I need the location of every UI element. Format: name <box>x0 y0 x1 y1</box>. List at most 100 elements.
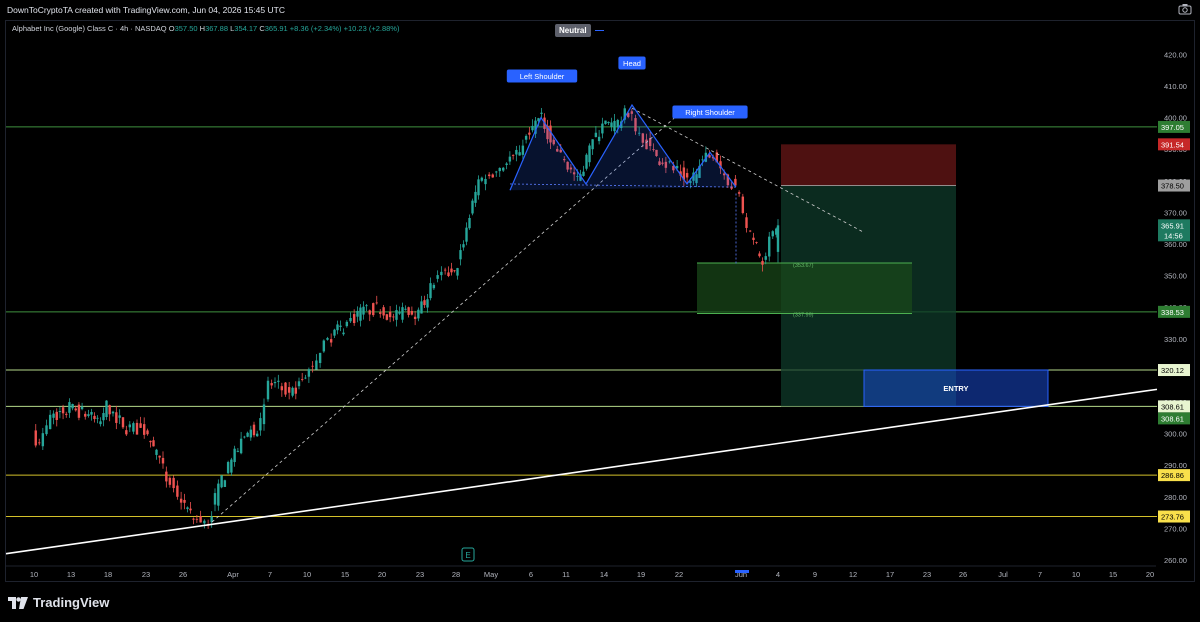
candle-body <box>413 316 417 320</box>
y-axis-tick: 290.00 <box>1164 461 1187 470</box>
candle-body <box>531 125 534 131</box>
candle-body <box>385 314 389 320</box>
x-axis-tick: 10 <box>30 570 38 579</box>
candle-body <box>597 136 601 142</box>
candle-body <box>77 404 81 418</box>
candle-body <box>487 174 491 177</box>
candle-body <box>508 156 512 162</box>
candle-body <box>515 149 518 155</box>
candle-body <box>359 307 362 321</box>
footer <box>0 584 1200 622</box>
candle-body <box>685 173 689 178</box>
candle-body <box>352 314 356 324</box>
candle-body <box>186 507 189 509</box>
x-axis-tick: 18 <box>104 570 112 579</box>
price-chart[interactable]: ENTRY (353.67) (337.99) Left Shoulder Head Ri… <box>0 0 1200 584</box>
candle-body <box>280 386 284 391</box>
candle-body <box>336 324 339 331</box>
candle-body <box>301 379 304 380</box>
candle-body <box>287 387 291 393</box>
candle-body <box>128 424 131 428</box>
candle-body <box>761 260 764 265</box>
candle-body <box>345 321 349 327</box>
y-axis-tick: 360.00 <box>1164 240 1187 249</box>
x-axis-tick: 15 <box>1109 570 1117 579</box>
candle-body <box>266 380 270 400</box>
candle-body <box>741 196 745 214</box>
candle-body <box>65 413 68 415</box>
candle-body <box>71 404 74 409</box>
price-badge-label: 320.12 <box>1161 366 1184 375</box>
candle-body <box>365 305 368 307</box>
x-axis-tick: 26 <box>959 570 967 579</box>
candle-body <box>146 430 149 435</box>
candle-body <box>277 380 280 382</box>
candle-body <box>440 271 443 276</box>
candle-body <box>610 122 613 127</box>
x-axis-tick: 17 <box>886 570 894 579</box>
y-axis-tick: 410.00 <box>1164 82 1187 91</box>
price-badge-label: 308.61 <box>1161 414 1184 423</box>
candle-body <box>168 477 172 485</box>
candle-body <box>404 308 407 310</box>
x-axis-tick: 23 <box>142 570 150 579</box>
candle-body <box>480 177 484 181</box>
price-badge-label: 397.05 <box>1161 123 1184 132</box>
candle-body <box>410 310 414 315</box>
candle-body <box>165 471 168 482</box>
candle-body <box>443 269 447 271</box>
indicator-badge[interactable]: Neutral <box>555 24 604 37</box>
candle-body <box>748 230 752 232</box>
tradingview-logo[interactable]: TradingView <box>8 595 109 610</box>
candle-body <box>256 433 259 437</box>
candle-body <box>233 448 236 463</box>
candle-body <box>143 424 146 435</box>
candle-body <box>375 302 378 304</box>
candle-body <box>420 301 423 314</box>
candle-body <box>450 268 453 273</box>
candle-body <box>326 338 329 340</box>
candle-body <box>155 449 158 455</box>
candle-body <box>752 237 755 241</box>
x-axis-tick: May <box>484 570 498 579</box>
candle-body <box>259 418 262 431</box>
x-axis-tick: 20 <box>378 570 386 579</box>
trendline <box>5 388 1158 555</box>
candle-body <box>484 178 487 185</box>
tradingview-wordmark: TradingView <box>33 595 110 610</box>
candle-body <box>135 422 139 435</box>
x-axis-tick: 7 <box>268 570 272 579</box>
x-axis-tick: 22 <box>675 570 683 579</box>
x-axis-tick: Jul <box>998 570 1008 579</box>
candle-body <box>453 270 456 272</box>
candle-body <box>771 231 774 237</box>
y-axis-tick: 370.00 <box>1164 208 1187 217</box>
candle-body <box>192 518 195 520</box>
candle-body <box>61 407 65 414</box>
candle-body <box>362 306 365 315</box>
x-axis-tick: 7 <box>1038 570 1042 579</box>
y-axis-tick: 260.00 <box>1164 556 1187 565</box>
candle-body <box>58 411 62 412</box>
candle-body <box>372 303 375 316</box>
candle-body <box>607 121 610 124</box>
candle-body <box>217 483 220 506</box>
change-value: +8.36 (+2.34%) <box>289 24 342 33</box>
candle-body <box>429 283 432 299</box>
candle-body <box>613 120 616 132</box>
candle-body <box>108 405 111 415</box>
x-axis-tick: 6 <box>529 570 533 579</box>
indicator-line-icon <box>594 30 604 31</box>
candle-body <box>329 339 333 343</box>
candle-body <box>223 480 227 487</box>
candle-body <box>745 217 748 228</box>
candle-body <box>423 300 426 306</box>
candle-body <box>616 119 619 128</box>
candle-body <box>518 152 521 156</box>
candle-body <box>252 424 256 436</box>
x-axis-tick: 9 <box>813 570 817 579</box>
candle-body <box>768 236 771 257</box>
current-date-marker <box>735 570 749 573</box>
y-axis-tick: 270.00 <box>1164 524 1187 533</box>
candle-body <box>311 365 314 367</box>
